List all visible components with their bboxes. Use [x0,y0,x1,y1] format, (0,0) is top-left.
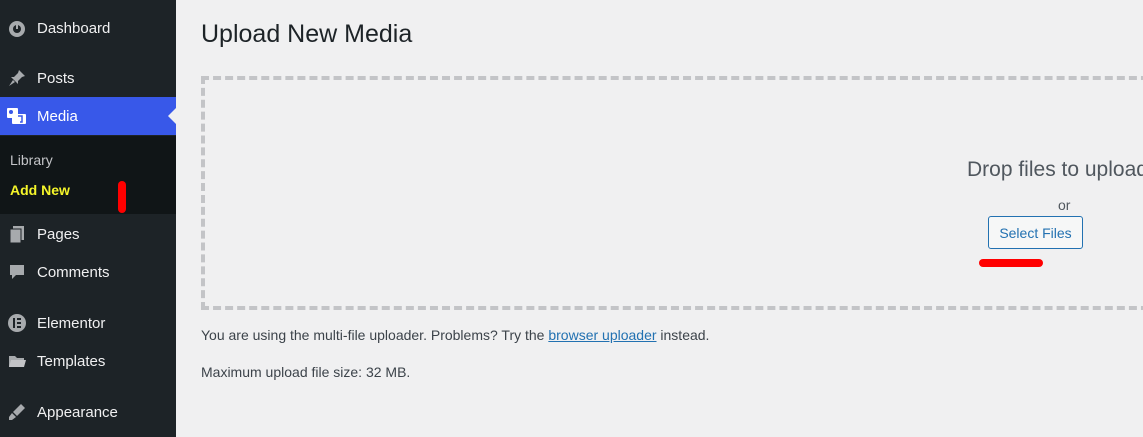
sidebar-item-comments[interactable]: Comments [0,253,176,291]
sidebar-item-dashboard[interactable]: Dashboard [0,9,176,47]
browser-uploader-link[interactable]: browser uploader [548,327,656,343]
sidebar-item-label: Posts [37,69,75,87]
sidebar-item-posts[interactable]: Posts [0,59,176,97]
media-icon [6,105,28,127]
red-annotation-mark [118,181,126,213]
uploader-note: You are using the multi-file uploader. P… [201,327,709,343]
sidebar-item-elementor[interactable]: Elementor [0,304,176,342]
sidebar-item-label: Elementor [37,314,106,332]
sidebar-item-label: Pages [37,225,80,243]
uploader-note-prefix: You are using the multi-file uploader. P… [201,327,549,343]
sidebar-item-templates[interactable]: Templates [0,342,176,380]
elementor-icon [6,312,28,334]
submenu-item-add-new[interactable]: Add New [10,182,70,198]
max-upload-size: Maximum upload file size: 32 MB. [201,364,411,380]
main-content: Upload New Media Drop files to upload or… [176,0,1143,437]
sidebar-item-media[interactable]: Media [0,97,176,135]
sidebar-item-appearance[interactable]: Appearance [0,393,176,431]
pages-icon [6,223,28,245]
dashboard-icon [6,17,28,39]
pin-icon [6,67,28,89]
sidebar-item-label: Appearance [37,403,118,421]
comment-icon [6,261,28,283]
folder-icon [6,350,28,372]
drop-files-text: Drop files to upload [967,158,1143,181]
page-title: Upload New Media [201,20,413,48]
sidebar-item-label: Comments [37,263,110,281]
brush-icon [6,401,28,423]
or-text: or [1058,197,1071,213]
sidebar-item-label: Dashboard [37,19,111,37]
select-files-button[interactable]: Select Files [988,216,1083,249]
sidebar-item-label: Templates [37,352,106,370]
sidebar-item-pages[interactable]: Pages [0,215,176,253]
sidebar-item-label: Media [37,107,78,125]
uploader-note-suffix: instead. [656,327,710,343]
admin-sidebar: Dashboard Posts Media Library Add New Pa… [0,0,176,437]
media-submenu: Library Add New [0,136,176,214]
submenu-item-library[interactable]: Library [10,152,53,168]
red-annotation-underline [979,259,1043,267]
drop-zone[interactable]: Drop files to upload or [201,76,1143,310]
